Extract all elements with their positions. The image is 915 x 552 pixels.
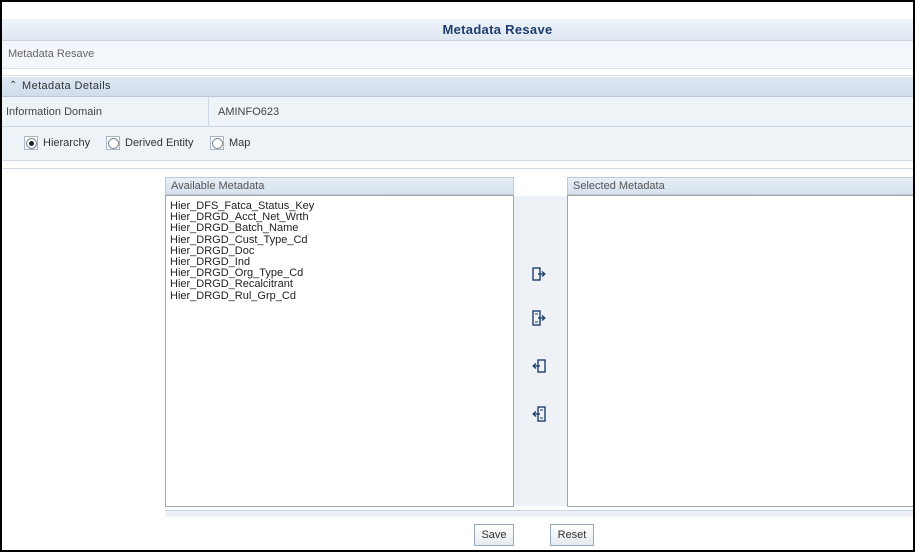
information-domain-value: AMINFO623 — [218, 106, 280, 118]
move-selected-left-icon[interactable] — [532, 358, 546, 374]
radio-unselected-icon — [107, 137, 119, 149]
move-all-right-icon[interactable] — [532, 310, 546, 326]
radio-derived-entity[interactable]: Derived Entity — [106, 135, 193, 151]
move-selected-right-icon[interactable] — [532, 266, 546, 282]
reset-button[interactable]: Reset — [550, 524, 594, 546]
move-all-left-icon[interactable] — [532, 406, 546, 422]
information-domain-label: Information Domain — [6, 106, 102, 118]
available-metadata-list[interactable]: Hier_DFS_Fatca_Status_Key Hier_DRGD_Acct… — [165, 195, 514, 507]
save-button[interactable]: Save — [474, 524, 514, 546]
selected-metadata-header: Selected Metadata — [567, 177, 913, 195]
list-item[interactable]: Hier_DRGD_Recalcitrant — [166, 279, 513, 290]
radio-map-label: Map — [229, 137, 251, 149]
title-bar: Metadata Resave — [2, 19, 913, 41]
metadata-type-row: Hierarchy Derived Entity Map — [2, 127, 913, 161]
information-domain-row: Information Domain AMINFO623 — [2, 97, 913, 127]
page-title: Metadata Resave — [442, 22, 553, 37]
spacer — [2, 69, 913, 76]
radio-unselected-icon — [211, 137, 223, 149]
metadata-details-header[interactable]: ⌃ Metadata Details — [2, 77, 913, 97]
radio-hierarchy-box[interactable] — [24, 136, 38, 150]
radio-derived-entity-box[interactable] — [106, 136, 120, 150]
radio-hierarchy-label: Hierarchy — [43, 137, 91, 149]
section-title: Metadata Details — [22, 80, 111, 92]
double-chevron-up-icon[interactable]: ⌃ — [9, 80, 17, 91]
available-metadata-title: Available Metadata — [171, 180, 265, 192]
radio-hierarchy[interactable]: Hierarchy — [24, 135, 90, 151]
move-button-column — [514, 196, 567, 506]
selected-metadata-list[interactable] — [567, 195, 913, 507]
divider — [208, 97, 209, 126]
breadcrumb: Metadata Resave — [2, 41, 913, 69]
available-metadata-header: Available Metadata — [165, 177, 514, 195]
list-item[interactable]: Hier_DRGD_Rul_Grp_Cd — [166, 290, 513, 302]
list-item[interactable]: Hier_DRGD_Batch_Name — [166, 223, 513, 234]
radio-map-box[interactable] — [210, 136, 224, 150]
radio-map[interactable]: Map — [210, 135, 250, 151]
radio-derived-entity-label: Derived Entity — [125, 137, 194, 149]
metadata-resave-window: Metadata Resave Metadata Resave ⌃ Metada… — [0, 0, 915, 552]
panel-footer — [165, 510, 913, 517]
breadcrumb-text: Metadata Resave — [8, 48, 95, 60]
radio-selected-icon — [25, 137, 37, 149]
selected-metadata-title: Selected Metadata — [573, 180, 665, 192]
